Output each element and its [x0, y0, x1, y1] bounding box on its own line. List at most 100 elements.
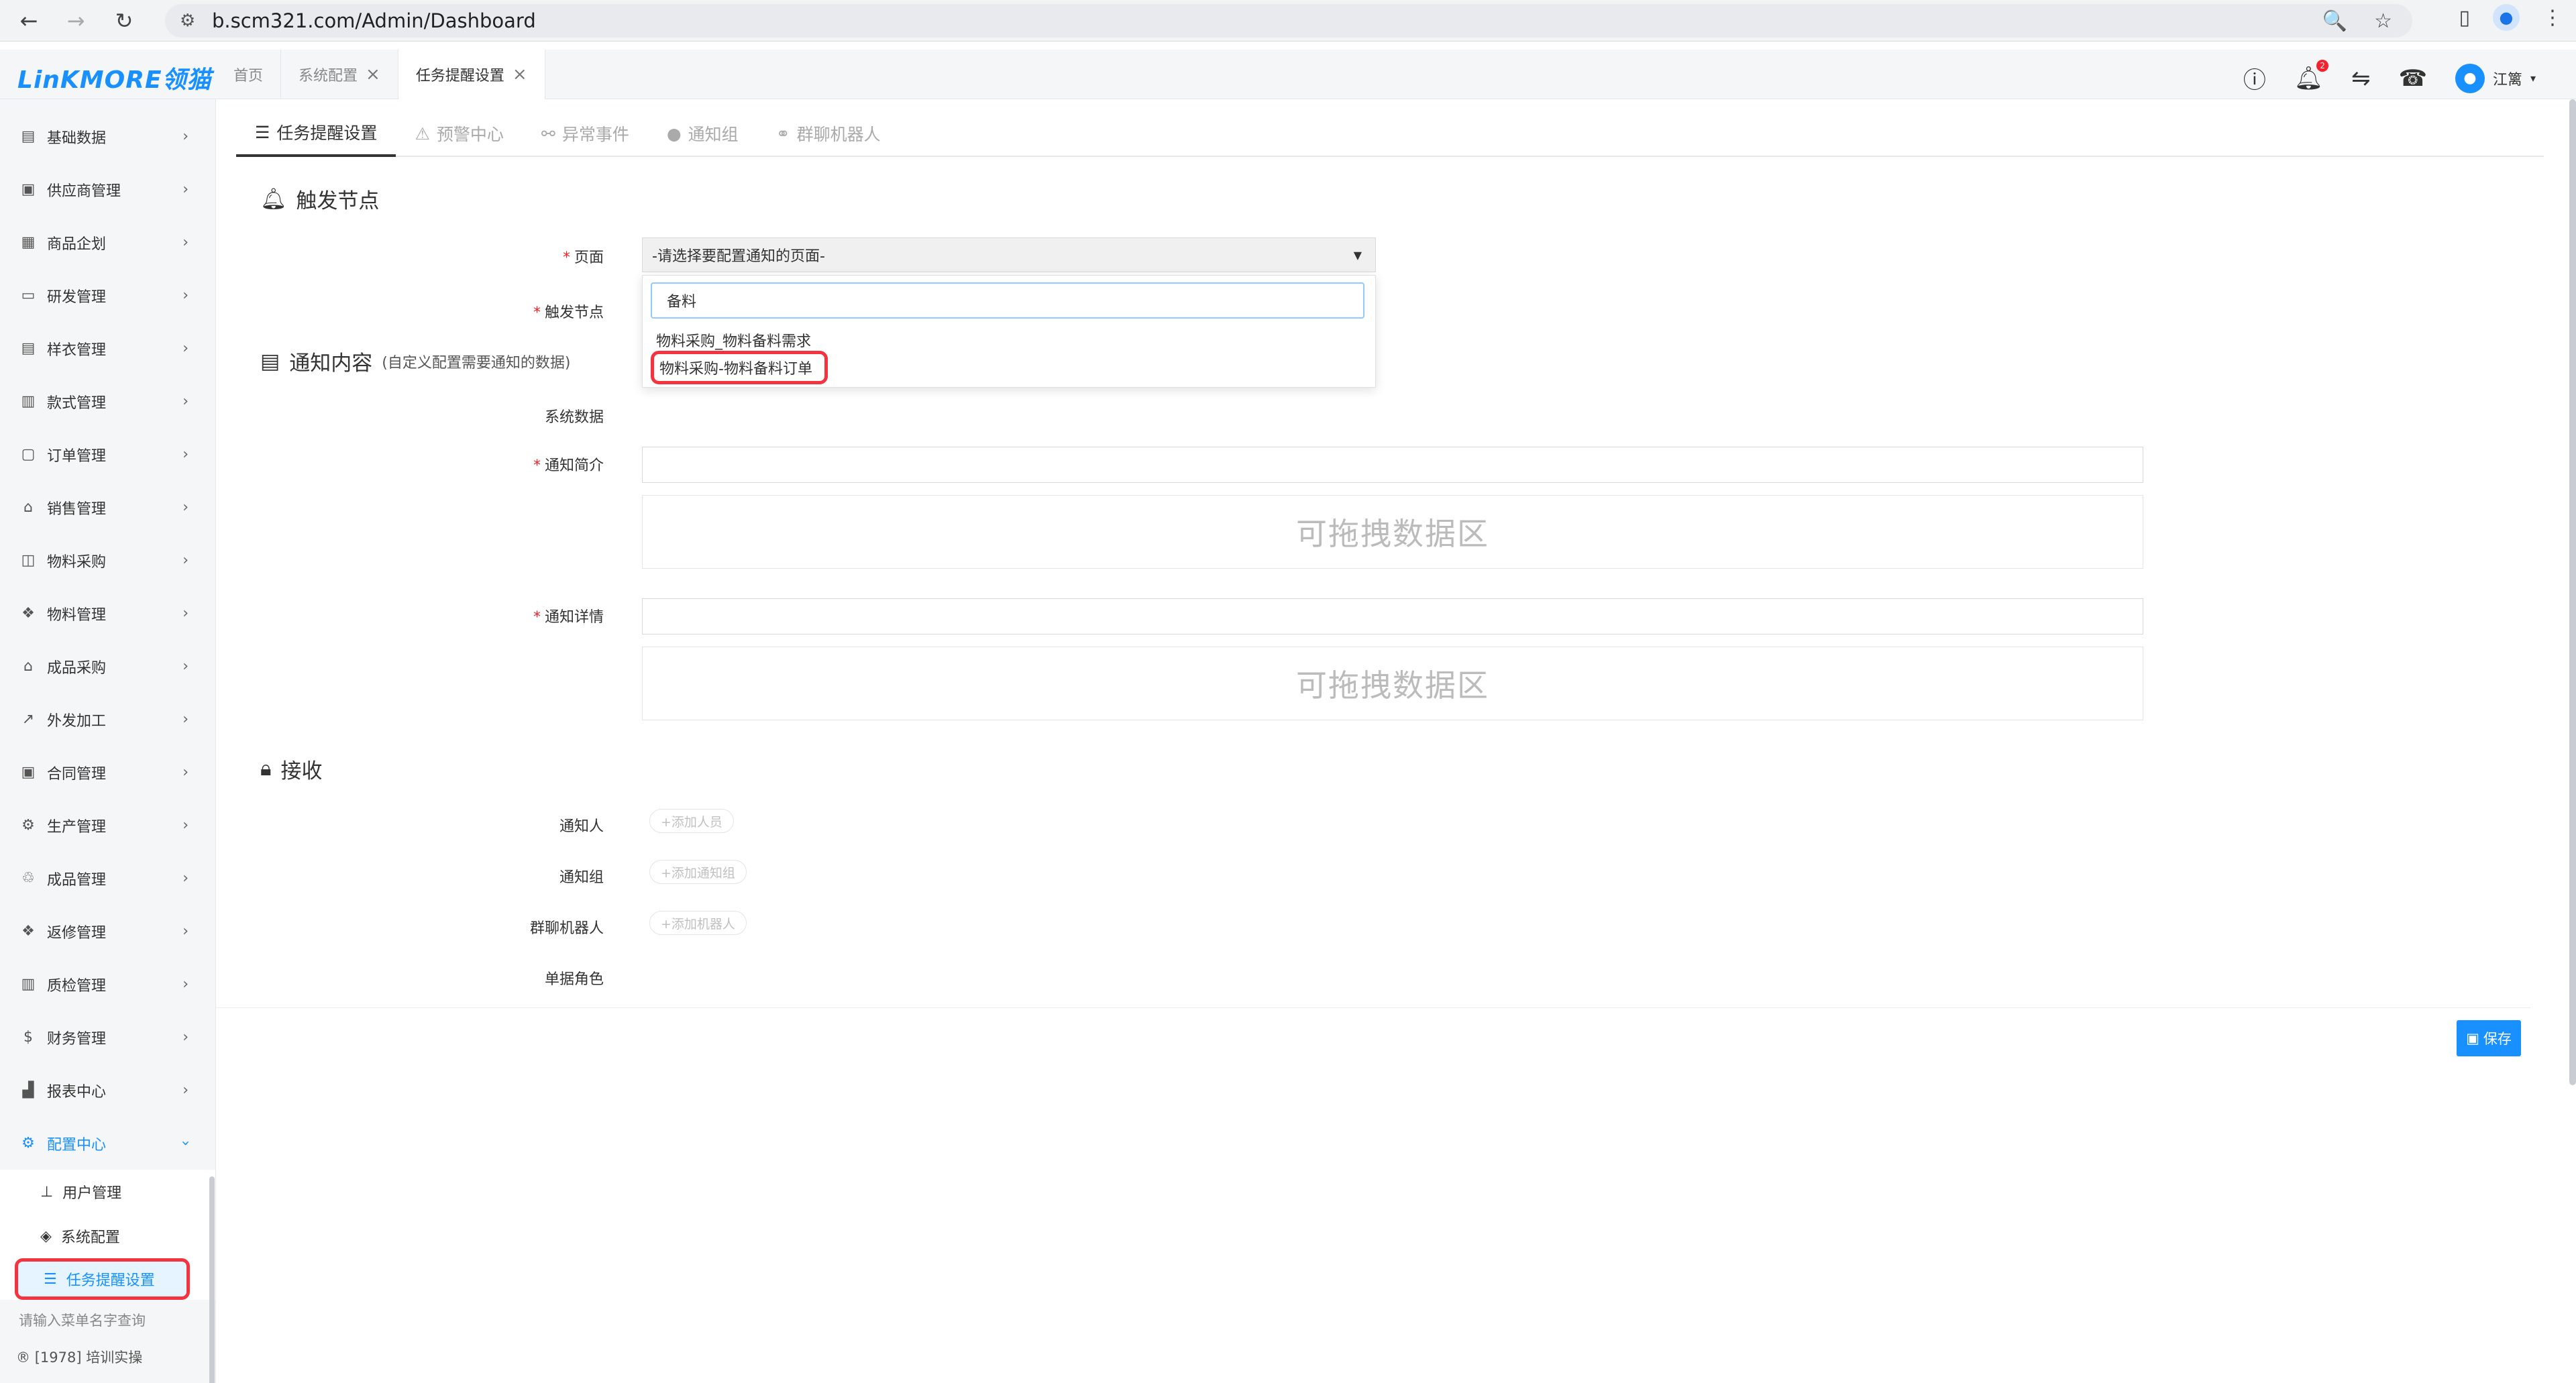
site-info-icon[interactable]: ⚙ [180, 11, 195, 31]
sidebar-item-style[interactable]: ▥ 款式管理 › [0, 375, 215, 428]
address-bar[interactable]: ⚙ b.scm321.com/Admin/Dashboard 🔍 ☆ [165, 4, 2412, 38]
sidebar-item-label: 款式管理 [47, 394, 107, 412]
brand-logo[interactable]: LinKMORE领猫 [17, 60, 212, 95]
recycle-icon: ♲ [21, 870, 35, 887]
sidebar-subitem-system-config[interactable]: ◈ 系统配置 [0, 1214, 215, 1258]
sidebar-item-finance[interactable]: $ 财务管理 › [0, 1011, 215, 1064]
browser-menu-icon[interactable]: ⋮ [2542, 6, 2563, 30]
notification-badge: 2 [2316, 59, 2329, 72]
detail-input[interactable] [642, 598, 2143, 634]
sidebar-item-qc[interactable]: ▥ 质检管理 › [0, 958, 215, 1011]
sidebar-scrollbar[interactable] [209, 1176, 215, 1383]
app-header: LinKMORE领猫 首页 系统配置 × 任务提醒设置 × ⓘ 🔔︎ 2 ⇋ ☎… [0, 50, 2576, 99]
sidebar-item-supplier[interactable]: ▣ 供应商管理 › [0, 163, 215, 216]
close-icon[interactable]: × [366, 64, 380, 85]
sidebar-item-outsourcing[interactable]: ↗ 外发加工 › [0, 693, 215, 746]
forward-icon[interactable]: → [56, 1, 95, 40]
sidebar-item-sample[interactable]: ▤ 样衣管理 › [0, 322, 215, 375]
sidebar-subitem-task-reminder[interactable]: ☰ 任务提醒设置 [15, 1258, 190, 1300]
sidebar-item-finished-goods[interactable]: ♲ 成品管理 › [0, 852, 215, 905]
dropdown-search-input[interactable]: 备料 [651, 282, 1364, 319]
page-select-dropdown: 备料 物料采购_物料备料需求 物料采购-物料备料订单 [642, 275, 1376, 388]
main-content: ☰ 任务提醒设置 ⚠ 预警中心 ⚯ 异常事件 ● 通知组 ⚭ 群聊机器人 🔔︎ 触发节点 … [216, 99, 2576, 1383]
sidebar-item-planning[interactable]: ▦ 商品企划 › [0, 216, 215, 269]
sidebar-item-sales[interactable]: ⌂ 销售管理 › [0, 481, 215, 534]
bookmark-star-icon[interactable]: ☆ [2374, 9, 2392, 33]
shirt-icon: ▥ [21, 393, 36, 410]
sidebar-item-material-purchase[interactable]: ◫ 物料采购 › [0, 534, 215, 587]
bank-icon: ⌂ [23, 499, 33, 516]
side-panel-icon[interactable]: ▯ [2459, 6, 2470, 30]
tab-label: 任务提醒设置 [415, 68, 504, 85]
menu-search-input[interactable]: 请输入菜单名字查询 [19, 1310, 146, 1330]
chevron-right-icon: › [182, 605, 189, 622]
sidebar-subitem-user-mgmt[interactable]: ⊥ 用户管理 [0, 1170, 215, 1214]
sidebar-item-rnd[interactable]: ▭ 研发管理 › [0, 269, 215, 322]
detail-label: * 通知详情 [533, 609, 604, 626]
link-icon: ⚭ [775, 123, 790, 144]
tab-exception-events[interactable]: ⚯ 异常事件 [523, 110, 648, 157]
sidebar-item-basic-data[interactable]: ▤ 基础数据 › [0, 110, 215, 163]
section-receive-title: 🔒︎ 接收 [260, 754, 323, 784]
tab-label: 系统配置 [299, 68, 358, 85]
page-select[interactable]: -请选择要配置通知的页面- ▼ [642, 237, 1376, 272]
sidebar-item-production[interactable]: ⚙ 生产管理 › [0, 799, 215, 852]
contact-book-icon: ▣ [21, 181, 36, 198]
zoom-icon[interactable]: 🔍 [2322, 9, 2347, 33]
sidebar-item-label: 配置中心 [47, 1136, 107, 1154]
summary-drop-zone[interactable]: 可拖拽数据区 [642, 495, 2143, 569]
user-menu[interactable]: ● 江篱 ▾ [2455, 63, 2536, 93]
sidebar-item-reports[interactable]: ▟ 报表中心 › [0, 1064, 215, 1117]
chevron-right-icon: › [182, 499, 189, 516]
detail-drop-zone[interactable]: 可拖拽数据区 [642, 647, 2143, 720]
sidebar-item-order[interactable]: ▢ 订单管理 › [0, 428, 215, 481]
sidebar-item-repair[interactable]: ❖ 返修管理 › [0, 905, 215, 958]
customer-service-icon[interactable]: ☎ [2399, 65, 2427, 92]
chevron-right-icon: › [182, 870, 189, 887]
add-robot-button[interactable]: +添加机器人 [649, 911, 747, 935]
tab-task-reminder-settings[interactable]: ☰ 任务提醒设置 [236, 110, 396, 157]
tab-label: 任务提醒设置 [276, 123, 378, 143]
robot-label: 群聊机器人 [529, 920, 604, 937]
contact-book-icon: ▣ [21, 764, 36, 781]
tab-warning-center[interactable]: ⚠ 预警中心 [396, 110, 522, 157]
tab-group-robot[interactable]: ⚭ 群聊机器人 [757, 110, 900, 157]
sidebar-item-config-center[interactable]: ⚙ 配置中心 › [0, 1117, 215, 1170]
help-icon[interactable]: ⓘ [2243, 62, 2266, 95]
book-icon: ▤ [21, 128, 36, 145]
chevron-right-icon: › [182, 128, 189, 145]
cube-icon: ◈ [40, 1227, 52, 1245]
dropdown-option[interactable]: 物料采购_物料备料需求 [656, 329, 811, 351]
summary-input[interactable] [642, 447, 2143, 483]
tab-system-config[interactable]: 系统配置 × [281, 50, 398, 99]
add-person-button[interactable]: +添加人员 [649, 809, 734, 833]
tab-notify-group[interactable]: ● 通知组 [648, 110, 757, 157]
sidebar-item-contract[interactable]: ▣ 合同管理 › [0, 746, 215, 799]
back-icon[interactable]: ← [9, 1, 48, 40]
save-button[interactable]: ▣ 保存 [2457, 1020, 2521, 1056]
sidebar-item-label: 返修管理 [47, 924, 107, 942]
profile-avatar-icon[interactable]: ● [2493, 4, 2520, 31]
chevron-right-icon: › [182, 764, 189, 781]
chevron-right-icon: › [182, 817, 189, 834]
sidebar: ▤ 基础数据 › ▣ 供应商管理 › ▦ 商品企划 › ▭ 研发管理 › ▤ 样衣管理 › ▥ 款式管… [0, 99, 216, 1383]
close-icon[interactable]: × [513, 64, 527, 85]
dropdown-option-highlighted[interactable]: 物料采购-物料备料订单 [651, 351, 828, 384]
page-tab-bar: ☰ 任务提醒设置 ⚠ 预警中心 ⚯ 异常事件 ● 通知组 ⚭ 群聊机器人 [236, 110, 2544, 157]
sidebar-item-product-purchase[interactable]: ⌂ 成品采购 › [0, 640, 215, 693]
label-text: 通知详情 [544, 609, 604, 626]
chat-icon: ● [666, 123, 682, 144]
notification-bell-icon[interactable]: 🔔︎ 2 [2294, 59, 2329, 92]
sidebar-item-label: 合同管理 [47, 765, 107, 783]
form-divider [216, 1007, 2530, 1008]
tab-task-reminder[interactable]: 任务提醒设置 × [398, 50, 545, 99]
chevron-right-icon: › [182, 976, 189, 993]
tab-home[interactable]: 首页 [216, 50, 282, 99]
translate-icon[interactable]: ⇋ [2351, 65, 2371, 92]
reload-icon[interactable]: ↻ [105, 1, 144, 40]
chevron-right-icon: › [182, 552, 189, 569]
add-notify-group-button[interactable]: +添加通知组 [649, 860, 747, 884]
main-scrollbar[interactable] [2569, 99, 2576, 1085]
sidebar-item-material-mgmt[interactable]: ❖ 物料管理 › [0, 587, 215, 640]
section-title-text: 通知内容 [289, 351, 373, 376]
